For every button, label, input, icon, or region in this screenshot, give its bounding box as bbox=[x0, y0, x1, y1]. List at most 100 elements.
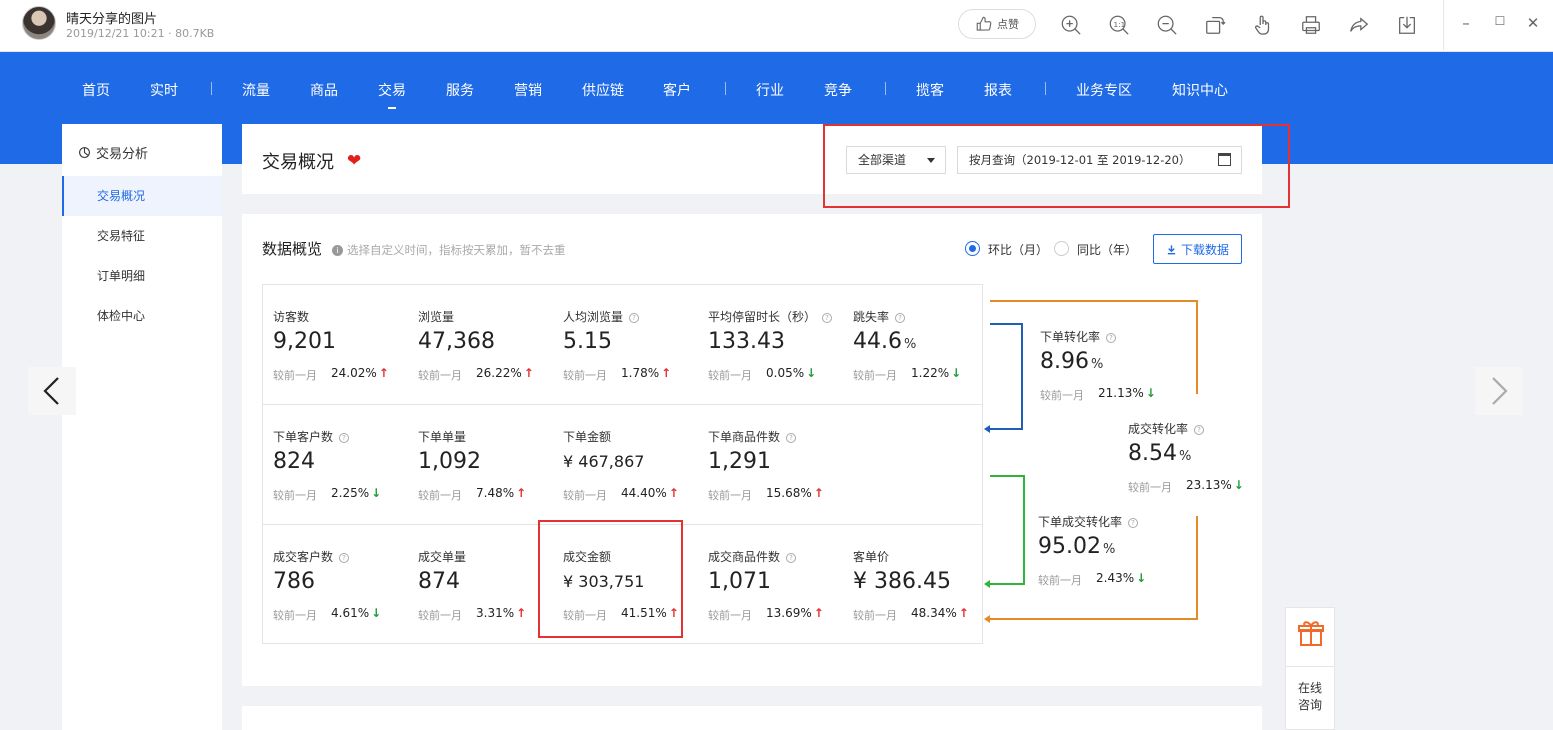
metric-cell: 人均浏览量? 5.15 较前一月 1.78% ↑ bbox=[553, 285, 693, 405]
compare-label: 较前一月 bbox=[708, 369, 752, 382]
metric-change: 1.22% ↓ bbox=[911, 366, 962, 380]
online-consult-button[interactable]: 在线咨询 bbox=[1286, 680, 1334, 714]
metric-label: 客单价 bbox=[853, 550, 890, 564]
maximize-button[interactable]: ☐ bbox=[1490, 14, 1510, 28]
conversion-change: 2.43% ↓ bbox=[1096, 571, 1147, 585]
metric-change: 48.34% ↑ bbox=[911, 606, 969, 620]
arrow-up-icon: ↑ bbox=[523, 366, 534, 380]
nav-item[interactable]: 知识中心 bbox=[1172, 80, 1228, 100]
compare-label: 较前一月 bbox=[418, 609, 462, 622]
arrow-up-icon: ↑ bbox=[378, 366, 389, 380]
zoom-in-icon[interactable] bbox=[1058, 12, 1084, 38]
metric-value: 874 bbox=[418, 569, 460, 594]
help-icon[interactable]: ? bbox=[339, 433, 350, 443]
help-icon[interactable]: ? bbox=[1106, 333, 1117, 343]
image-meta: 2019/12/21 10:21 · 80.7KB bbox=[66, 27, 215, 40]
highlight-box-filters bbox=[823, 124, 1290, 208]
compare-label: 较前一月 bbox=[273, 489, 317, 502]
nav-item[interactable]: 首页 bbox=[82, 80, 110, 100]
metric-value: 824 bbox=[273, 449, 315, 474]
metric-label: 下单商品件数? bbox=[708, 428, 797, 445]
nav-item[interactable]: 报表 bbox=[984, 80, 1012, 100]
next-image-button[interactable] bbox=[1475, 367, 1523, 415]
metric-change: 13.69% ↑ bbox=[766, 606, 824, 620]
radio-mom[interactable] bbox=[965, 241, 980, 256]
radio-yoy[interactable] bbox=[1054, 241, 1069, 256]
help-icon[interactable]: ? bbox=[1194, 425, 1205, 435]
nav-item[interactable]: 业务专区 bbox=[1076, 80, 1132, 100]
close-button[interactable]: ✕ bbox=[1523, 14, 1543, 32]
nav-item[interactable]: 营销 bbox=[514, 80, 542, 100]
nav-item[interactable]: 供应链 bbox=[582, 80, 624, 100]
sidebar-item-overview[interactable]: 交易概况 bbox=[62, 176, 222, 216]
avatar bbox=[22, 6, 56, 40]
sidebar-item-checkup[interactable]: 体检中心 bbox=[62, 296, 222, 336]
help-icon[interactable]: ? bbox=[786, 553, 797, 563]
help-icon[interactable]: ? bbox=[629, 313, 640, 323]
metric-cell: 访客数 9,201 较前一月 24.02% ↑ bbox=[263, 285, 403, 405]
metric-label: 下单单量 bbox=[418, 430, 467, 444]
nav-item[interactable]: 服务 bbox=[446, 80, 474, 100]
metric-value: 1,291 bbox=[708, 449, 771, 474]
help-icon[interactable]: ? bbox=[1128, 518, 1139, 528]
nav-item[interactable]: 揽客 bbox=[916, 80, 944, 100]
help-icon[interactable]: ? bbox=[895, 313, 906, 323]
nav-item[interactable]: 商品 bbox=[310, 80, 338, 100]
conversion-label: 下单成交转化率? bbox=[1038, 513, 1139, 530]
viewer-titlebar: 晴天分享的图片 2019/12/21 10:21 · 80.7KB 点赞 1:1… bbox=[0, 0, 1553, 52]
hand-icon[interactable] bbox=[1250, 12, 1276, 38]
arrow-up-icon: ↑ bbox=[516, 486, 527, 500]
download-data-label: 下载数据 bbox=[1180, 242, 1229, 257]
sidebar-item-features[interactable]: 交易特征 bbox=[62, 216, 222, 256]
nav-item[interactable]: 竞争 bbox=[824, 80, 852, 100]
nav-separator bbox=[211, 82, 212, 95]
rotate-icon[interactable] bbox=[1202, 12, 1228, 38]
conversion-label: 成交转化率? bbox=[1128, 420, 1205, 437]
minimize-button[interactable]: – bbox=[1456, 14, 1476, 32]
metric-label: 跳失率? bbox=[853, 308, 906, 325]
overview-hint: i 选择自定义时间，指标按天累加，暂不去重 bbox=[332, 242, 566, 258]
help-icon[interactable]: ? bbox=[339, 553, 350, 563]
metric-change: 3.31% ↑ bbox=[476, 606, 527, 620]
metric-value: 1,071 bbox=[708, 569, 771, 594]
compare-label: 较前一月 bbox=[273, 369, 317, 382]
gift-icon[interactable] bbox=[1298, 619, 1324, 647]
nav-item[interactable]: 客户 bbox=[663, 80, 691, 100]
metric-cell: 浏览量 47,368 较前一月 26.22% ↑ bbox=[408, 285, 548, 405]
zoom-out-icon[interactable] bbox=[1154, 12, 1180, 38]
sidebar-item-orders[interactable]: 订单明细 bbox=[62, 256, 222, 296]
metric-label: 成交客户数? bbox=[273, 548, 350, 565]
metric-value: ¥ 467,867 bbox=[563, 452, 645, 471]
nav-item[interactable]: 实时 bbox=[150, 80, 178, 100]
metric-change: 44.40% ↑ bbox=[621, 486, 679, 500]
print-icon[interactable] bbox=[1298, 12, 1324, 38]
svg-text:1:1: 1:1 bbox=[1114, 20, 1126, 29]
like-button[interactable]: 点赞 bbox=[958, 9, 1036, 39]
metric-cell: 成交单量 874 较前一月 3.31% ↑ bbox=[408, 525, 548, 645]
metric-value: 47,368 bbox=[418, 329, 495, 354]
info-icon: i bbox=[332, 244, 343, 256]
metric-change: 2.25% ↓ bbox=[331, 486, 382, 500]
nav-separator bbox=[1045, 82, 1046, 95]
actual-size-icon[interactable]: 1:1 bbox=[1106, 12, 1132, 38]
nav-item[interactable]: 流量 bbox=[242, 80, 270, 100]
data-overview-card: 数据概览 i 选择自定义时间，指标按天累加，暂不去重 环比（月） 同比（年） 下… bbox=[242, 214, 1262, 686]
conversion-value: 95.02% bbox=[1038, 534, 1116, 559]
metric-cell: 客单价 ¥ 386.45 较前一月 48.34% ↑ bbox=[843, 525, 983, 645]
conversion-change: 23.13% ↓ bbox=[1186, 478, 1244, 492]
favorite-heart-icon[interactable]: ❤ bbox=[347, 151, 361, 171]
nav-item[interactable]: 交易 bbox=[378, 80, 406, 109]
metric-change: 7.48% ↑ bbox=[476, 486, 527, 500]
metric-change: 0.05% ↓ bbox=[766, 366, 817, 380]
arrow-down-icon: ↓ bbox=[951, 366, 962, 380]
download-icon[interactable] bbox=[1394, 12, 1420, 38]
nav-separator bbox=[885, 82, 886, 95]
nav-item[interactable]: 行业 bbox=[756, 80, 784, 100]
radio-yoy-label: 同比（年） bbox=[1077, 243, 1138, 257]
download-data-button[interactable]: 下载数据 bbox=[1153, 234, 1242, 264]
help-icon[interactable]: ? bbox=[786, 433, 797, 443]
share-icon[interactable] bbox=[1346, 12, 1372, 38]
prev-image-button[interactable] bbox=[28, 367, 76, 415]
help-icon[interactable]: ? bbox=[822, 313, 833, 323]
arrow-up-icon: ↑ bbox=[661, 366, 672, 380]
